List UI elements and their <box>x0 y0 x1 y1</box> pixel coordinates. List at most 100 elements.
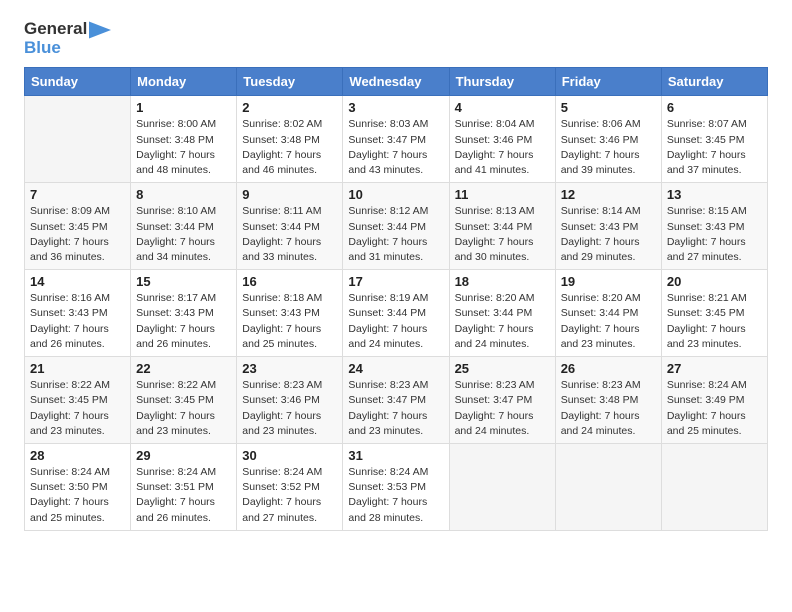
day-info: Sunrise: 8:23 AM Sunset: 3:47 PM Dayligh… <box>348 378 443 439</box>
calendar-cell: 20 Sunrise: 8:21 AM Sunset: 3:45 PM Dayli… <box>661 270 767 357</box>
calendar-cell: 4Sunrise: 8:04 AM Sunset: 3:46 PM Daylig… <box>449 96 555 183</box>
calendar-cell: 24 Sunrise: 8:23 AM Sunset: 3:47 PM Dayli… <box>343 357 449 444</box>
day-number: 14 <box>30 274 125 289</box>
day-info: Sunrise: 8:20 AM Sunset: 3:44 PM Dayligh… <box>455 291 550 352</box>
logo: General Blue <box>24 20 111 57</box>
day-info: Sunrise: 8:11 AM Sunset: 3:44 PM Dayligh… <box>242 204 337 265</box>
day-info: Sunrise: 8:09 AM Sunset: 3:45 PM Dayligh… <box>30 204 125 265</box>
logo-text: General Blue <box>24 20 111 57</box>
calendar-cell: 22 Sunrise: 8:22 AM Sunset: 3:45 PM Dayli… <box>131 357 237 444</box>
day-number: 24 <box>348 361 443 376</box>
calendar-cell <box>449 443 555 530</box>
day-of-week-header: Monday <box>131 68 237 96</box>
calendar-cell: 13 Sunrise: 8:15 AM Sunset: 3:43 PM Dayli… <box>661 183 767 270</box>
day-number: 19 <box>561 274 656 289</box>
day-number: 11 <box>455 187 550 202</box>
calendar-cell: 1 Sunrise: 8:00 AM Sunset: 3:48 PM Daylig… <box>131 96 237 183</box>
day-info: Sunrise: 8:22 AM Sunset: 3:45 PM Dayligh… <box>136 378 231 439</box>
day-info: Sunrise: 8:16 AM Sunset: 3:43 PM Dayligh… <box>30 291 125 352</box>
day-info: Sunrise: 8:07 AM Sunset: 3:45 PM Dayligh… <box>667 117 762 178</box>
calendar-cell: 27Sunrise: 8:24 AM Sunset: 3:49 PM Dayli… <box>661 357 767 444</box>
day-number: 20 <box>667 274 762 289</box>
day-info: Sunrise: 8:21 AM Sunset: 3:45 PM Dayligh… <box>667 291 762 352</box>
day-info: Sunrise: 8:24 AM Sunset: 3:53 PM Dayligh… <box>348 465 443 526</box>
calendar-week-row: 28 Sunrise: 8:24 AM Sunset: 3:50 PM Dayli… <box>25 443 768 530</box>
day-info: Sunrise: 8:12 AM Sunset: 3:44 PM Dayligh… <box>348 204 443 265</box>
day-info: Sunrise: 8:03 AM Sunset: 3:47 PM Dayligh… <box>348 117 443 178</box>
calendar-cell: 14 Sunrise: 8:16 AM Sunset: 3:43 PM Dayli… <box>25 270 131 357</box>
calendar-cell: 30 Sunrise: 8:24 AM Sunset: 3:52 PM Dayli… <box>237 443 343 530</box>
calendar-week-row: 14 Sunrise: 8:16 AM Sunset: 3:43 PM Dayli… <box>25 270 768 357</box>
calendar-cell: 23 Sunrise: 8:23 AM Sunset: 3:46 PM Dayli… <box>237 357 343 444</box>
day-info: Sunrise: 8:13 AM Sunset: 3:44 PM Dayligh… <box>455 204 550 265</box>
day-info: Sunrise: 8:22 AM Sunset: 3:45 PM Dayligh… <box>30 378 125 439</box>
logo-blue: Blue <box>24 38 61 57</box>
day-number: 15 <box>136 274 231 289</box>
day-number: 5 <box>561 100 656 115</box>
day-of-week-header: Wednesday <box>343 68 449 96</box>
day-number: 9 <box>242 187 337 202</box>
day-number: 13 <box>667 187 762 202</box>
calendar-cell: 17Sunrise: 8:19 AM Sunset: 3:44 PM Dayli… <box>343 270 449 357</box>
day-info: Sunrise: 8:23 AM Sunset: 3:48 PM Dayligh… <box>561 378 656 439</box>
calendar-cell: 19 Sunrise: 8:20 AM Sunset: 3:44 PM Dayli… <box>555 270 661 357</box>
day-number: 8 <box>136 187 231 202</box>
day-info: Sunrise: 8:24 AM Sunset: 3:52 PM Dayligh… <box>242 465 337 526</box>
calendar-cell <box>661 443 767 530</box>
calendar-cell: 29Sunrise: 8:24 AM Sunset: 3:51 PM Dayli… <box>131 443 237 530</box>
day-info: Sunrise: 8:15 AM Sunset: 3:43 PM Dayligh… <box>667 204 762 265</box>
day-of-week-header: Tuesday <box>237 68 343 96</box>
day-number: 30 <box>242 448 337 463</box>
calendar-cell: 10Sunrise: 8:12 AM Sunset: 3:44 PM Dayli… <box>343 183 449 270</box>
calendar-cell: 12 Sunrise: 8:14 AM Sunset: 3:43 PM Dayli… <box>555 183 661 270</box>
calendar-cell: 9 Sunrise: 8:11 AM Sunset: 3:44 PM Daylig… <box>237 183 343 270</box>
day-number: 28 <box>30 448 125 463</box>
day-info: Sunrise: 8:00 AM Sunset: 3:48 PM Dayligh… <box>136 117 231 178</box>
calendar-cell: 2 Sunrise: 8:02 AM Sunset: 3:48 PM Daylig… <box>237 96 343 183</box>
day-number: 22 <box>136 361 231 376</box>
calendar-cell: 7Sunrise: 8:09 AM Sunset: 3:45 PM Daylig… <box>25 183 131 270</box>
day-number: 31 <box>348 448 443 463</box>
day-info: Sunrise: 8:23 AM Sunset: 3:47 PM Dayligh… <box>455 378 550 439</box>
day-info: Sunrise: 8:23 AM Sunset: 3:46 PM Dayligh… <box>242 378 337 439</box>
day-number: 26 <box>561 361 656 376</box>
day-info: Sunrise: 8:18 AM Sunset: 3:43 PM Dayligh… <box>242 291 337 352</box>
day-number: 25 <box>455 361 550 376</box>
day-number: 1 <box>136 100 231 115</box>
day-info: Sunrise: 8:06 AM Sunset: 3:46 PM Dayligh… <box>561 117 656 178</box>
day-number: 21 <box>30 361 125 376</box>
day-number: 2 <box>242 100 337 115</box>
calendar-cell: 11 Sunrise: 8:13 AM Sunset: 3:44 PM Dayli… <box>449 183 555 270</box>
day-number: 18 <box>455 274 550 289</box>
calendar-cell: 5 Sunrise: 8:06 AM Sunset: 3:46 PM Daylig… <box>555 96 661 183</box>
calendar-week-row: 21 Sunrise: 8:22 AM Sunset: 3:45 PM Dayli… <box>25 357 768 444</box>
day-info: Sunrise: 8:19 AM Sunset: 3:44 PM Dayligh… <box>348 291 443 352</box>
calendar-header-row: SundayMondayTuesdayWednesdayThursdayFrid… <box>25 68 768 96</box>
calendar-cell: 21 Sunrise: 8:22 AM Sunset: 3:45 PM Dayli… <box>25 357 131 444</box>
calendar-cell: 8 Sunrise: 8:10 AM Sunset: 3:44 PM Daylig… <box>131 183 237 270</box>
day-of-week-header: Saturday <box>661 68 767 96</box>
day-number: 6 <box>667 100 762 115</box>
day-of-week-header: Sunday <box>25 68 131 96</box>
day-info: Sunrise: 8:24 AM Sunset: 3:50 PM Dayligh… <box>30 465 125 526</box>
header: General Blue <box>24 20 768 57</box>
day-info: Sunrise: 8:14 AM Sunset: 3:43 PM Dayligh… <box>561 204 656 265</box>
day-info: Sunrise: 8:20 AM Sunset: 3:44 PM Dayligh… <box>561 291 656 352</box>
calendar-table: SundayMondayTuesdayWednesdayThursdayFrid… <box>24 67 768 530</box>
day-number: 12 <box>561 187 656 202</box>
day-info: Sunrise: 8:10 AM Sunset: 3:44 PM Dayligh… <box>136 204 231 265</box>
day-info: Sunrise: 8:04 AM Sunset: 3:46 PM Dayligh… <box>455 117 550 178</box>
day-number: 3 <box>348 100 443 115</box>
day-info: Sunrise: 8:02 AM Sunset: 3:48 PM Dayligh… <box>242 117 337 178</box>
day-info: Sunrise: 8:24 AM Sunset: 3:49 PM Dayligh… <box>667 378 762 439</box>
day-number: 23 <box>242 361 337 376</box>
calendar-cell: 25 Sunrise: 8:23 AM Sunset: 3:47 PM Dayli… <box>449 357 555 444</box>
calendar-cell: 28 Sunrise: 8:24 AM Sunset: 3:50 PM Dayli… <box>25 443 131 530</box>
calendar-cell <box>25 96 131 183</box>
calendar-cell: 6 Sunrise: 8:07 AM Sunset: 3:45 PM Daylig… <box>661 96 767 183</box>
calendar-cell: 31 Sunrise: 8:24 AM Sunset: 3:53 PM Dayli… <box>343 443 449 530</box>
logo-general: General <box>24 19 87 38</box>
day-info: Sunrise: 8:17 AM Sunset: 3:43 PM Dayligh… <box>136 291 231 352</box>
calendar-cell: 15 Sunrise: 8:17 AM Sunset: 3:43 PM Dayli… <box>131 270 237 357</box>
day-of-week-header: Thursday <box>449 68 555 96</box>
